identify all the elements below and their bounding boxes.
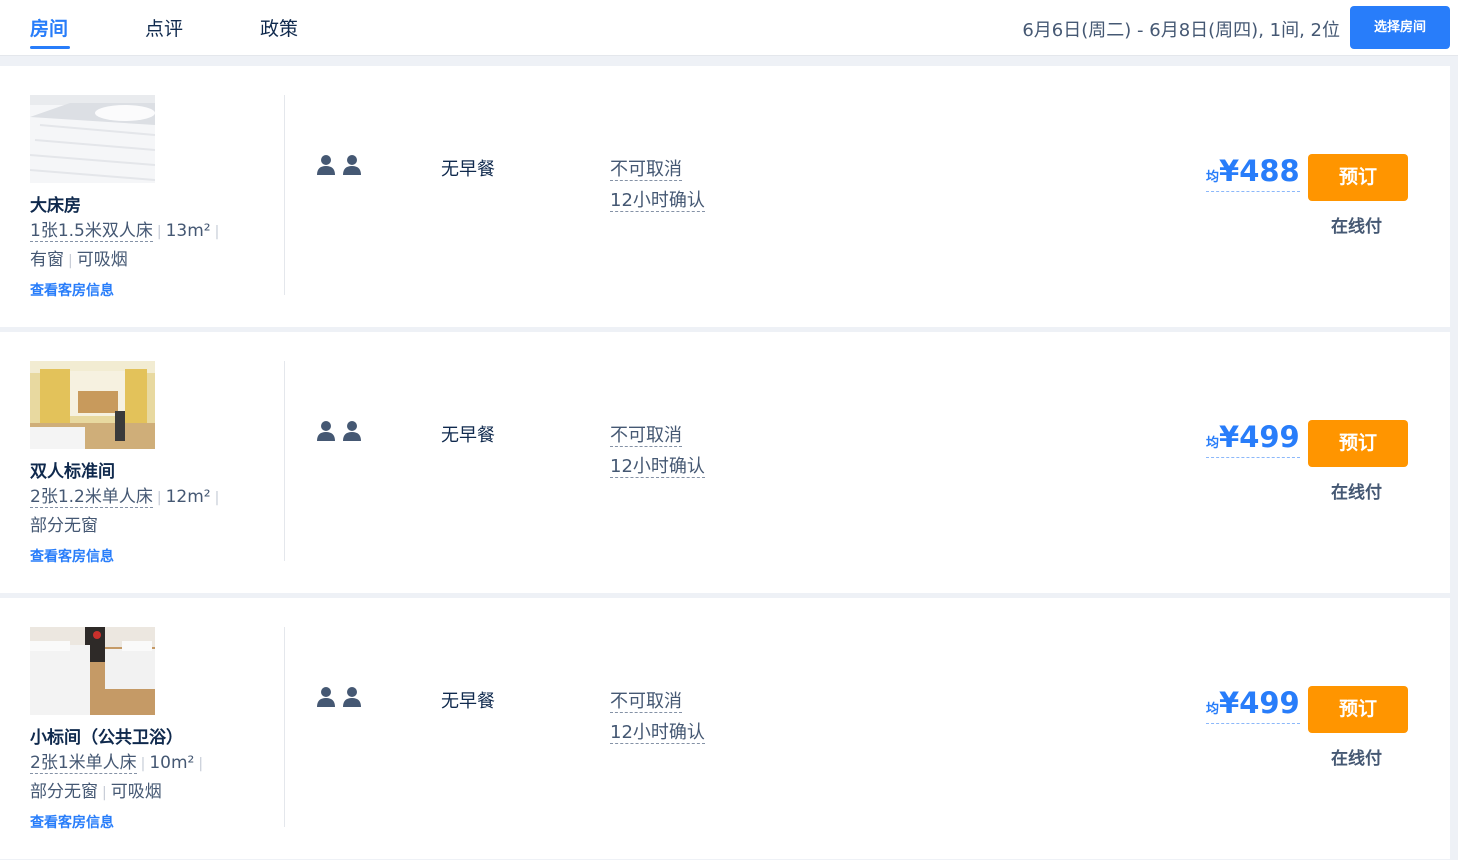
room-name: 大床房	[30, 196, 81, 216]
room-area: 10m²	[149, 753, 195, 773]
price-prefix: 均	[1206, 170, 1220, 185]
price-amount: ¥488	[1219, 154, 1300, 188]
breakfast-info: 无早餐	[441, 159, 495, 180]
active-tab-underline	[30, 46, 70, 49]
window-info: 有窗	[30, 250, 64, 270]
room-photo[interactable]	[30, 361, 155, 449]
breakfast-info: 无早餐	[441, 425, 495, 446]
divider	[284, 361, 285, 561]
room-card: 双人标准间 2张1.2米单人床 | 12m² | 部分无窗 查看客房信息 无早餐 不可…	[0, 332, 1450, 593]
pay-type: 在线付	[1331, 483, 1382, 503]
divider	[284, 95, 285, 295]
price-prefix: 均	[1206, 702, 1220, 717]
top-bar: 房间 点评 政策 6月6日(周二) - 6月8日(周四), 1间, 2位 选择房…	[0, 0, 1458, 56]
tab-policy[interactable]: 政策	[260, 14, 298, 41]
window-info: 部分无窗	[30, 782, 98, 802]
book-button[interactable]: 预订	[1308, 420, 1408, 467]
room-name: 双人标准间	[30, 462, 115, 482]
room-area: 12m²	[165, 487, 211, 507]
book-button[interactable]: 预订	[1308, 154, 1408, 201]
policy-info: 不可取消 12小时确认	[610, 154, 705, 216]
room-card: 大床房 1张1.5米双人床 | 13m² | 有窗 | 可吸烟 查看客房信息 无早餐 不可…	[0, 66, 1450, 327]
room-price[interactable]: 均¥499	[1206, 420, 1300, 458]
room-area: 13m²	[165, 221, 211, 241]
person-icon	[317, 687, 335, 707]
room-attributes: 2张1.2米单人床 | 12m² | 部分无窗	[30, 487, 220, 536]
guest-capacity[interactable]	[316, 420, 368, 446]
view-room-info-link[interactable]: 查看客房信息	[30, 546, 114, 566]
stay-date-summary[interactable]: 6月6日(周二) - 6月8日(周四), 1间, 2位	[1022, 16, 1340, 42]
person-icon	[317, 155, 335, 175]
room-attributes: 1张1.5米双人床 | 13m² | 有窗 | 可吸烟	[30, 221, 220, 270]
bed-type[interactable]: 1张1.5米双人床	[30, 221, 153, 242]
bed-type[interactable]: 2张1.2米单人床	[30, 487, 153, 508]
person-icon	[343, 421, 361, 441]
room-photo[interactable]	[30, 627, 155, 715]
confirm-time[interactable]: 12小时确认	[610, 456, 705, 478]
price-amount: ¥499	[1219, 686, 1300, 720]
pay-type: 在线付	[1331, 217, 1382, 237]
smoking-info: 可吸烟	[110, 782, 162, 802]
cancel-policy[interactable]: 不可取消	[610, 425, 682, 447]
pay-type: 在线付	[1331, 749, 1382, 769]
divider	[284, 627, 285, 827]
person-icon	[317, 421, 335, 441]
guest-capacity[interactable]	[316, 154, 368, 180]
tab-reviews[interactable]: 点评	[145, 14, 183, 41]
cancel-policy[interactable]: 不可取消	[610, 691, 682, 713]
room-name: 小标间（公共卫浴）	[30, 728, 183, 748]
view-room-info-link[interactable]: 查看客房信息	[30, 280, 114, 300]
room-photo[interactable]	[30, 95, 155, 183]
cancel-policy[interactable]: 不可取消	[610, 159, 682, 181]
person-icon	[343, 687, 361, 707]
confirm-time[interactable]: 12小时确认	[610, 722, 705, 744]
person-icon	[343, 155, 361, 175]
policy-info: 不可取消 12小时确认	[610, 686, 705, 748]
book-button[interactable]: 预订	[1308, 686, 1408, 733]
view-room-info-link[interactable]: 查看客房信息	[30, 812, 114, 832]
price-amount: ¥499	[1219, 420, 1300, 454]
guest-capacity[interactable]	[316, 686, 368, 712]
window-info: 部分无窗	[30, 516, 98, 536]
room-price[interactable]: 均¥499	[1206, 686, 1300, 724]
room-card: 小标间（公共卫浴） 2张1米单人床 | 10m² | 部分无窗 | 可吸烟 查看客房信息 …	[0, 598, 1450, 859]
smoking-info: 可吸烟	[76, 250, 128, 270]
tab-rooms[interactable]: 房间	[30, 14, 68, 41]
room-attributes: 2张1米单人床 | 10m² | 部分无窗 | 可吸烟	[30, 753, 204, 802]
confirm-time[interactable]: 12小时确认	[610, 190, 705, 212]
room-price[interactable]: 均¥488	[1206, 154, 1300, 192]
policy-info: 不可取消 12小时确认	[610, 420, 705, 482]
breakfast-info: 无早餐	[441, 691, 495, 712]
bed-type[interactable]: 2张1米单人床	[30, 753, 137, 774]
select-room-button[interactable]: 选择房间	[1350, 6, 1450, 49]
price-prefix: 均	[1206, 436, 1220, 451]
